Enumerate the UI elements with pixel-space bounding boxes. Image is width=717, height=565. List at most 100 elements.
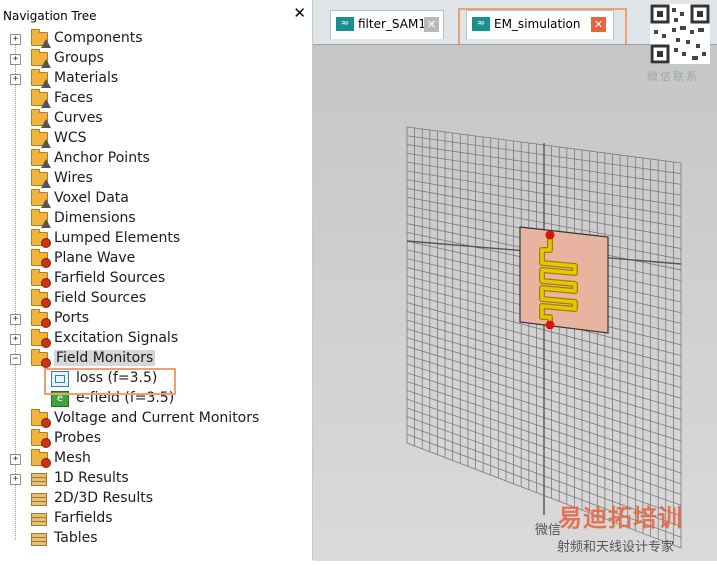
qr-caption: 微信联系 — [647, 70, 699, 83]
folder-icon — [31, 189, 51, 208]
tree-item-faces[interactable]: Faces — [0, 89, 300, 109]
triangle-badge-icon — [41, 79, 51, 88]
tree-item-field-monitors[interactable]: − Field Monitors — [0, 349, 300, 369]
tree-item-label: Field Monitors — [54, 350, 156, 366]
folder-icon — [31, 309, 51, 328]
tree-item-components[interactable]: + Components — [0, 29, 300, 49]
main-area: ≈ filter_SAM1 ✕ ≈ EM_simulation ✕ 微信联系 易… — [313, 0, 717, 561]
tree-item-probes[interactable]: Probes — [0, 429, 300, 449]
tree-item-curves[interactable]: Curves — [0, 109, 300, 129]
tree-item-label: Anchor Points — [54, 150, 150, 166]
loss-monitor-highlight — [44, 368, 176, 395]
folder-icon — [31, 349, 51, 368]
close-icon[interactable]: ✕ — [424, 17, 439, 32]
tree-item-label: Voltage and Current Monitors — [54, 410, 260, 426]
tree-item-dimensions[interactable]: Dimensions — [0, 209, 300, 229]
tree-item-wcs[interactable]: WCS — [0, 129, 300, 149]
tab-label: filter_SAM1 — [358, 17, 426, 31]
collapse-icon[interactable]: − — [10, 354, 21, 365]
folder-icon — [31, 129, 51, 148]
triangle-badge-icon — [41, 159, 51, 168]
tree-item-label: 1D Results — [54, 470, 129, 486]
tree-item-label: Voxel Data — [54, 190, 129, 206]
tree-item-label: Wires — [54, 170, 93, 186]
close-icon[interactable]: ✕ — [293, 4, 306, 22]
wave-icon: ≈ — [336, 17, 354, 31]
expand-icon[interactable]: + — [10, 34, 21, 45]
gear-badge-icon — [41, 338, 51, 348]
tree-item-wires[interactable]: Wires — [0, 169, 300, 189]
tree-item-mesh[interactable]: + Mesh — [0, 449, 300, 469]
tree-item-label: Groups — [54, 50, 104, 66]
tree-item-plane-wave[interactable]: Plane Wave — [0, 249, 300, 269]
tree-item-voltage-and-current-monitors[interactable]: Voltage and Current Monitors — [0, 409, 300, 429]
navigation-tree-header: Navigation Tree ✕ — [0, 0, 312, 30]
expand-icon[interactable]: + — [10, 314, 21, 325]
watermark-subtitle: 射频和天线设计专家 — [557, 540, 675, 555]
gear-badge-icon — [41, 298, 51, 308]
expand-icon[interactable]: + — [10, 74, 21, 85]
tree-item-farfields[interactable]: Farfields — [0, 509, 300, 529]
mesh-grid-view — [406, 126, 682, 549]
gear-badge-icon — [41, 258, 51, 268]
tree-item-label: Farfield Sources — [54, 270, 166, 286]
result-stack-icon — [31, 473, 47, 486]
expand-icon[interactable]: + — [10, 334, 21, 345]
tree-item-label: Mesh — [54, 450, 91, 466]
triangle-badge-icon — [41, 199, 51, 208]
tree-item-label: Plane Wave — [54, 250, 136, 266]
port-marker-top[interactable] — [545, 230, 555, 240]
tree-item-groups[interactable]: + Groups — [0, 49, 300, 69]
tree-item-materials[interactable]: + Materials — [0, 69, 300, 89]
tree-item-farfield-sources[interactable]: Farfield Sources — [0, 269, 300, 289]
triangle-badge-icon — [41, 59, 51, 68]
tree-item-2d-3d-results[interactable]: 2D/3D Results — [0, 489, 300, 509]
expand-icon[interactable]: + — [10, 474, 21, 485]
triangle-badge-icon — [41, 139, 51, 148]
folder-icon — [31, 429, 51, 448]
tree-item-label: Ports — [54, 310, 90, 326]
tree-item-ports[interactable]: + Ports — [0, 309, 300, 329]
3d-viewport[interactable] — [313, 44, 717, 561]
tree-item-label: Tables — [54, 530, 98, 546]
navigation-tree-panel: Navigation Tree ✕ + Components + Groups + Mat… — [0, 0, 313, 560]
folder-icon — [31, 329, 51, 348]
folder-icon — [31, 109, 51, 128]
tree-item-label: Lumped Elements — [54, 230, 181, 246]
folder-icon — [31, 29, 51, 48]
triangle-badge-icon — [41, 119, 51, 128]
triangle-badge-icon — [41, 39, 51, 48]
tree-item-label: Field Sources — [54, 290, 147, 306]
tree-item-voxel-data[interactable]: Voxel Data — [0, 189, 300, 209]
tab-filter-sam1[interactable]: ≈ filter_SAM1 ✕ — [330, 10, 444, 39]
folder-icon — [31, 89, 51, 108]
expand-icon[interactable]: + — [10, 54, 21, 65]
tree-item-label: Probes — [54, 430, 102, 446]
tree-item-lumped-elements[interactable]: Lumped Elements — [0, 229, 300, 249]
folder-icon — [31, 69, 51, 88]
folder-icon — [31, 269, 51, 288]
tree-item-excitation-signals[interactable]: + Excitation Signals — [0, 329, 300, 349]
port-marker-bottom[interactable] — [545, 320, 555, 330]
tree-item-label: Farfields — [54, 510, 113, 526]
folder-icon — [31, 209, 51, 228]
result-stack-icon — [31, 493, 47, 506]
triangle-badge-icon — [41, 179, 51, 188]
tree-item-1d-results[interactable]: +1D Results — [0, 469, 300, 489]
tree-item-label: Excitation Signals — [54, 330, 179, 346]
gear-badge-icon — [41, 458, 51, 468]
folder-icon — [31, 229, 51, 248]
gear-badge-icon — [41, 418, 51, 428]
tree-item-anchor-points[interactable]: Anchor Points — [0, 149, 300, 169]
tree-item-label: Components — [54, 30, 143, 46]
triangle-badge-icon — [41, 219, 51, 228]
triangle-badge-icon — [41, 99, 51, 108]
tree-item-field-sources[interactable]: Field Sources — [0, 289, 300, 309]
expand-icon[interactable]: + — [10, 454, 21, 465]
qr-code-icon — [650, 4, 710, 64]
folder-icon — [31, 409, 51, 428]
tree-item-label: 2D/3D Results — [54, 490, 154, 506]
tree-item-label: Dimensions — [54, 210, 136, 226]
tree-item-tables[interactable]: Tables — [0, 529, 300, 549]
tree-item-label: Curves — [54, 110, 103, 126]
